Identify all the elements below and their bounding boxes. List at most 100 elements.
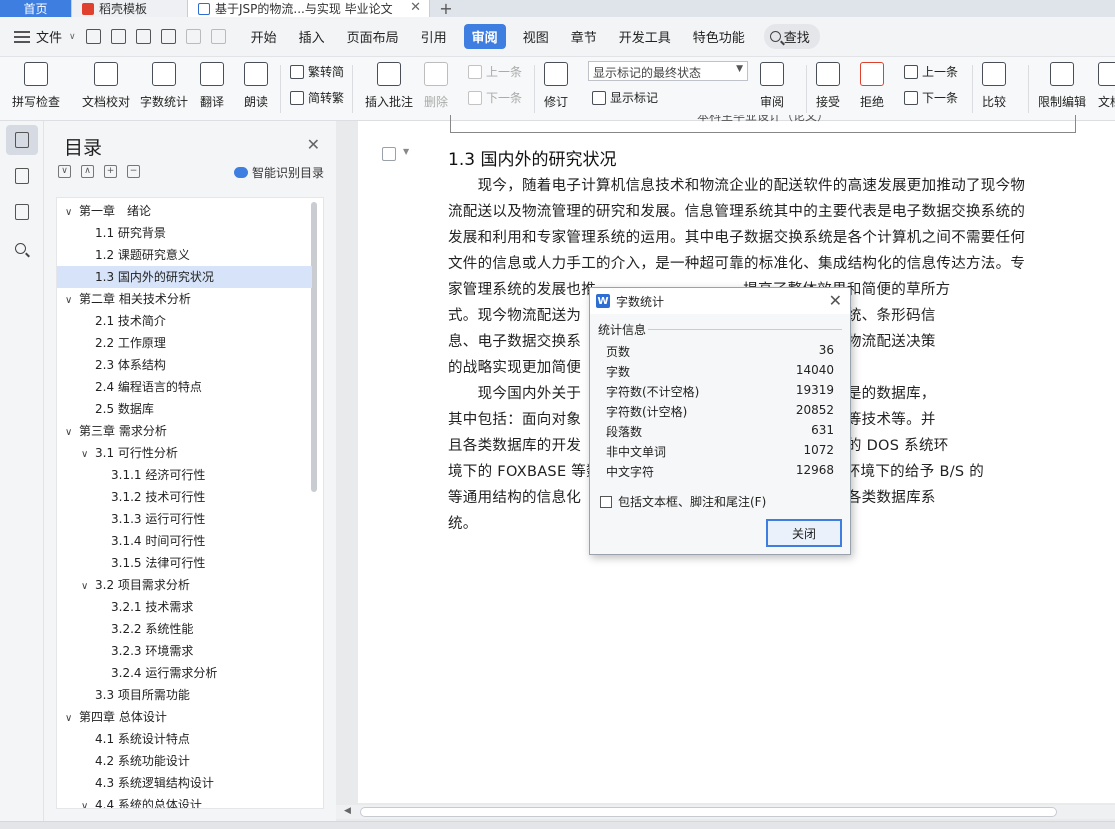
track-changes-button[interactable]: 修订 [544,62,568,110]
print-preview-icon[interactable] [160,29,176,44]
toc-item[interactable]: 2.4 编程语言的特点 [57,376,312,398]
toc-item[interactable]: 3.1.4 时间可行性 [57,530,312,552]
chapter-icon [15,168,29,184]
toc-item[interactable]: ∨ 3.2 项目需求分析 [57,574,312,596]
toc-panel-button[interactable] [6,125,38,155]
tab-references[interactable]: 引用 [410,24,458,49]
tab-document[interactable]: 基于JSP的物流...与实现 毕业论文 ✕ [188,0,430,17]
toc-item[interactable]: 3.1.3 运行可行性 [57,508,312,530]
toc-item[interactable]: ∨ 第二章 相关技术分析 [57,288,312,310]
toc-toggle-icon[interactable]: ∨ [65,202,79,224]
toc-item[interactable]: 2.1 技术简介 [57,310,312,332]
simp-to-trad-button[interactable]: 简转繁 [290,89,344,106]
show-markup-button[interactable]: 显示标记 [592,89,658,106]
horizontal-scrollbar[interactable]: ◀ [336,805,1115,819]
redo-icon[interactable] [210,29,226,44]
search-command[interactable]: 查找 [763,24,820,49]
tab-templates[interactable]: 稻壳模板 [72,0,188,17]
translate-button[interactable]: 翻译 [200,62,224,110]
toc-item[interactable]: ∨ 第一章 绪论 [57,200,312,222]
toc-item[interactable]: 3.1.5 法律可行性 [57,552,312,574]
read-aloud-button[interactable]: 朗读 [244,62,268,110]
smart-toc-button[interactable]: 智能识别目录 [233,164,324,181]
doc-proof-button[interactable]: 文档校对 [82,62,130,110]
toc-item[interactable]: 3.2.3 环境需求 [57,640,312,662]
word-count-button[interactable]: 字数统计 [140,62,188,110]
toc-item[interactable]: 2.3 体系结构 [57,354,312,376]
toc-toggle-icon[interactable]: ∨ [65,290,79,312]
scroll-left-icon[interactable]: ◀ [344,806,351,816]
toc-item[interactable]: 1.3 国内外的研究状况 [57,266,312,288]
review-pane-button[interactable]: 审阅 [760,62,784,110]
close-icon[interactable]: ✕ [829,291,842,310]
tab-start[interactable]: 开始 [240,24,288,49]
tab-features[interactable]: 特色功能 [682,24,756,49]
doc-rights-button[interactable]: 文档 [1098,62,1115,110]
print-icon[interactable] [135,29,151,44]
toc-item[interactable]: 1.2 课题研究意义 [57,244,312,266]
close-dialog-button[interactable]: 关闭 [766,519,842,547]
reject-button[interactable]: 拒绝 [860,62,884,110]
undo-icon[interactable] [185,29,201,44]
bookmark-button[interactable] [6,197,38,227]
toc-item[interactable]: 3.1.2 技术可行性 [57,486,312,508]
accept-button[interactable]: 接受 [816,62,840,110]
next-comment-button[interactable]: 下一条 [468,89,522,106]
toc-toggle-icon[interactable]: ∨ [81,444,95,466]
new-tab-button[interactable]: + [430,0,462,18]
prev-comment-button[interactable]: 上一条 [468,63,522,80]
toc-item[interactable]: ∨ 4.4 系统的总体设计 [57,794,312,808]
toc-item[interactable]: 4.3 系统逻辑结构设计 [57,772,312,794]
markup-state-dropdown[interactable]: 显示标记的最终状态 ▼ [588,61,748,81]
scroll-thumb[interactable] [360,807,1057,817]
toc-toggle-icon[interactable]: ∨ [65,708,79,730]
toc-item[interactable]: 3.2.1 技术需求 [57,596,312,618]
toc-item[interactable]: 3.1.1 经济可行性 [57,464,312,486]
doc-outline-icon[interactable] [382,147,396,161]
toc-toggle-icon[interactable]: ∨ [81,796,95,808]
word-doc-icon [198,2,210,15]
toc-item[interactable]: 1.1 研究背景 [57,222,312,244]
collapse-all-icon[interactable]: ∨ [58,165,71,178]
next-change-button[interactable]: 下一条 [904,89,958,106]
toc-toggle-icon[interactable]: ∨ [81,576,95,598]
add-entry-icon[interactable]: + [104,165,117,178]
toc-item[interactable]: 4.1 系统设计特点 [57,728,312,750]
toc-item[interactable]: 4.2 系统功能设计 [57,750,312,772]
toc-item[interactable]: ∨ 第三章 需求分析 [57,420,312,442]
tab-review[interactable]: 审阅 [463,24,506,49]
toc-item[interactable]: 2.2 工作原理 [57,332,312,354]
expand-all-icon[interactable]: ∧ [81,165,94,178]
include-textbox-checkbox[interactable]: 包括文本框、脚注和尾注(F) [600,493,766,510]
toc-item[interactable]: 3.2.4 运行需求分析 [57,662,312,684]
toc-item[interactable]: 3.3 项目所需功能 [57,684,312,706]
toc-item[interactable]: ∨ 第四章 总体设计 [57,706,312,728]
spellcheck-button[interactable]: 拼写检查 [12,62,60,110]
file-menu[interactable]: 文件 [36,27,62,46]
export-pdf-icon[interactable] [110,29,126,44]
tab-chapter[interactable]: 章节 [560,24,608,49]
tab-home[interactable]: 首页 [0,0,72,17]
close-tab-icon[interactable]: ✕ [410,0,421,15]
toc-toggle-icon[interactable]: ∨ [65,422,79,444]
remove-entry-icon[interactable]: − [127,165,140,178]
hamburger-icon[interactable] [14,30,30,43]
toc-item[interactable]: ∨ 3.1 可行性分析 [57,442,312,464]
tab-developer[interactable]: 开发工具 [608,24,682,49]
insert-comment-button[interactable]: 插入批注 [365,62,413,110]
prev-change-button[interactable]: 上一条 [904,63,958,80]
checkbox-box[interactable] [600,495,612,508]
trad-to-simp-button[interactable]: 繁转简 [290,63,344,80]
chapter-nav-button[interactable] [6,161,38,191]
tab-view[interactable]: 视图 [512,24,560,49]
delete-comment-button[interactable]: 删除 [424,62,448,110]
tab-insert[interactable]: 插入 [288,24,336,49]
restrict-edit-button[interactable]: 限制编辑 [1038,62,1086,110]
save-icon[interactable] [85,29,101,44]
toc-item[interactable]: 3.2.2 系统性能 [57,618,312,640]
tab-page-layout[interactable]: 页面布局 [336,24,410,49]
compare-button[interactable]: 比较 [982,62,1006,110]
close-icon[interactable]: ✕ [307,135,320,154]
find-button[interactable] [6,233,38,263]
toc-item[interactable]: 2.5 数据库 [57,398,312,420]
